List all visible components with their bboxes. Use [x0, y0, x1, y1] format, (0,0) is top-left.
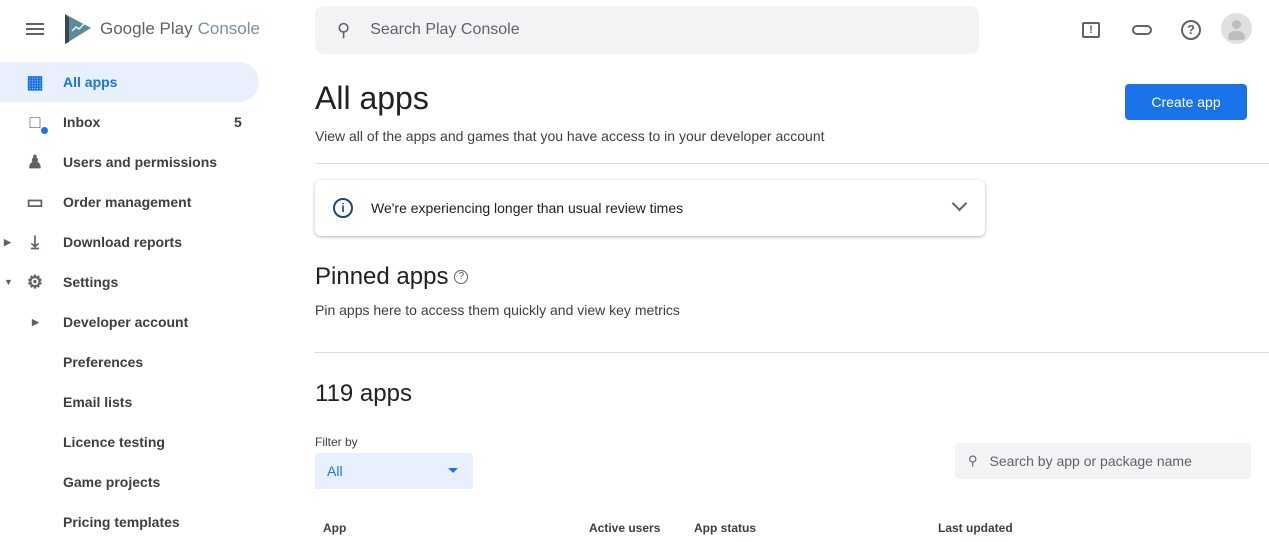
- sidebar-item-preferences[interactable]: Preferences: [0, 342, 259, 382]
- column-header-app[interactable]: App: [323, 521, 346, 535]
- filter-value: All: [327, 463, 343, 479]
- page-title: All apps: [315, 80, 429, 116]
- filter-label: Filter by: [315, 435, 358, 449]
- search-bar[interactable]: ⚲ Search Play Console: [315, 6, 979, 54]
- app-count: 119 apps: [315, 380, 412, 407]
- sidebar-item-licence-testing[interactable]: Licence testing: [0, 422, 259, 462]
- search-placeholder: Search Play Console: [370, 21, 520, 38]
- logo-text-console: Console: [197, 19, 260, 38]
- dropdown-arrow-icon: [448, 468, 458, 473]
- help-icon[interactable]: ?: [454, 270, 469, 284]
- avatar[interactable]: [1221, 13, 1252, 44]
- download-icon: ⤓: [31, 231, 39, 252]
- chevron-down-icon[interactable]: [951, 195, 968, 212]
- inbox-badge: 5: [234, 114, 242, 130]
- sidebar-item-orders[interactable]: ▭ Order management: [0, 182, 259, 222]
- divider: [315, 163, 1269, 164]
- column-header-last-updated[interactable]: Last updated: [938, 521, 1013, 535]
- pinned-subtitle: Pin apps here to access them quickly and…: [315, 302, 680, 318]
- sidebar-item-game-projects[interactable]: Game projects: [0, 462, 259, 502]
- inbox-dot: [41, 127, 48, 134]
- search-icon: ⚲: [337, 19, 351, 40]
- sidebar-item-download-reports[interactable]: ▶ ⤓ Download reports: [0, 222, 259, 262]
- app-search-input[interactable]: ⚲ Search by app or package name: [955, 443, 1251, 479]
- credit-card-icon: ▭: [26, 191, 44, 212]
- notice-text: We're experiencing longer than usual rev…: [371, 200, 684, 216]
- pinned-title-text: Pinned apps: [315, 263, 449, 290]
- create-app-button[interactable]: Create app: [1125, 84, 1247, 120]
- menu-icon[interactable]: [24, 20, 46, 38]
- page-subtitle: View all of the apps and games that you …: [315, 128, 825, 144]
- divider: [315, 352, 1269, 353]
- pinned-title: Pinned apps?: [315, 263, 469, 291]
- grid-icon: ▦: [26, 71, 44, 92]
- column-header-app-status[interactable]: App status: [694, 521, 756, 535]
- filter-select[interactable]: All: [315, 453, 473, 489]
- play-logo-icon: [65, 14, 91, 44]
- sidebar-item-pricing-templates[interactable]: Pricing templates: [0, 502, 259, 542]
- sidebar-item-email-lists[interactable]: Email lists: [0, 382, 259, 422]
- caret-down-icon: ▼: [4, 277, 13, 287]
- sidebar-item-inbox[interactable]: □ Inbox 5: [0, 102, 259, 142]
- caret-right-icon: ▶: [32, 316, 39, 327]
- feedback-icon[interactable]: !: [1079, 18, 1103, 42]
- link-icon[interactable]: [1130, 18, 1154, 42]
- caret-right-icon: ▶: [4, 236, 11, 247]
- column-header-active-users[interactable]: Active users: [589, 521, 660, 535]
- users-icon: ♟: [26, 151, 44, 172]
- sidebar-item-settings[interactable]: ▼ ⚙ Settings: [0, 262, 259, 302]
- play-console-logo[interactable]: Google Play Console: [64, 14, 260, 44]
- help-icon[interactable]: ?: [1179, 18, 1203, 42]
- app-search-placeholder: Search by app or package name: [989, 453, 1192, 469]
- info-icon: i: [333, 198, 353, 218]
- sidebar-item-developer-account[interactable]: ▶ Developer account: [0, 302, 259, 342]
- gear-icon: ⚙: [26, 271, 44, 292]
- review-notice[interactable]: i We're experiencing longer than usual r…: [315, 180, 985, 236]
- sidebar-item-all-apps[interactable]: ▦ All apps: [0, 62, 259, 102]
- search-icon: ⚲: [968, 453, 978, 468]
- sidebar-item-users[interactable]: ♟ Users and permissions: [0, 142, 259, 182]
- logo-text: Google Play: [100, 19, 193, 38]
